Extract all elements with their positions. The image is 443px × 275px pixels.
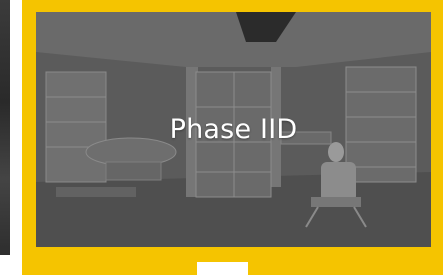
card-tab-bottom <box>22 258 443 275</box>
card-image[interactable]: Phase IID <box>36 12 431 247</box>
card-title: Phase IID <box>169 114 298 145</box>
gallery-viewport: Phase IID <box>0 0 443 275</box>
previous-card-edge[interactable] <box>0 0 10 255</box>
phase-card[interactable]: Phase IID <box>12 0 443 275</box>
